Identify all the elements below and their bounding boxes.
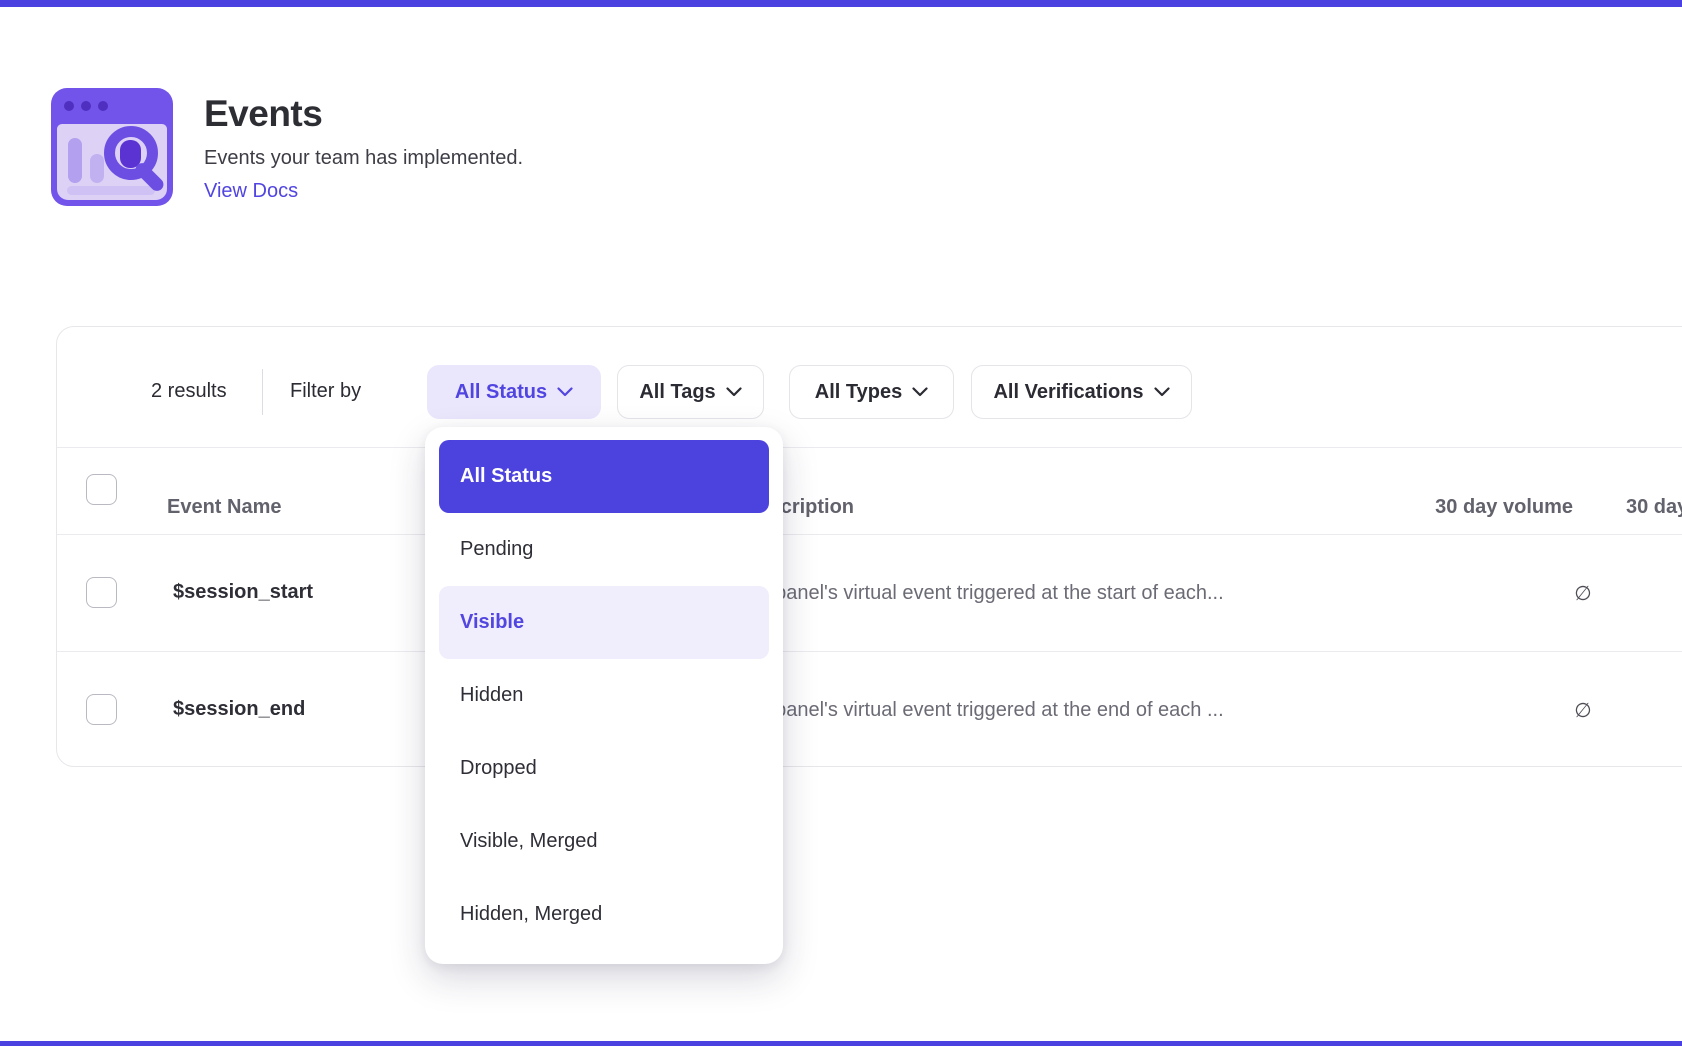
chevron-down-icon (557, 387, 573, 397)
chevron-down-icon (1154, 387, 1170, 397)
tags-filter-label: All Tags (639, 381, 715, 404)
table-row[interactable]: $session_end Mixpanel's virtual event tr… (57, 651, 1682, 768)
results-count: 2 results (151, 380, 227, 403)
window-body (57, 124, 167, 200)
bottom-accent-bar (0, 1041, 1682, 1046)
column-header-30-day-volume[interactable]: 30 day volume (1373, 496, 1573, 519)
events-lexicon-page: Events Events your team has implemented.… (0, 0, 1682, 1046)
window-dot-icon (98, 101, 108, 111)
tags-filter-button[interactable]: All Tags (617, 365, 764, 419)
status-option-visible-merged[interactable]: Visible, Merged (439, 805, 769, 878)
status-option-dropped[interactable]: Dropped (439, 732, 769, 805)
filter-by-label: Filter by (290, 380, 361, 403)
status-dropdown-menu: All Status Pending Visible Hidden Droppe… (425, 427, 783, 964)
window-dot-icon (64, 101, 74, 111)
events-table-card: 2 results Filter by All Status All Tags … (56, 326, 1682, 767)
status-option-pending[interactable]: Pending (439, 513, 769, 586)
volume-cell: ∅ (1567, 581, 1599, 606)
row-checkbox[interactable] (86, 577, 117, 608)
volume-cell: ∅ (1567, 698, 1599, 723)
top-accent-bar (0, 0, 1682, 7)
event-name-cell: $session_start (173, 581, 313, 604)
status-filter-label: All Status (455, 381, 547, 404)
view-docs-link[interactable]: View Docs (204, 180, 298, 203)
page-subtitle: Events your team has implemented. (204, 147, 523, 170)
event-description-cell: Mixpanel's virtual event triggered at th… (744, 582, 1224, 605)
table-row[interactable]: $session_start Mixpanel's virtual event … (57, 534, 1682, 651)
events-page-icon (51, 88, 173, 206)
column-header-event-name[interactable]: Event Name (167, 496, 282, 519)
status-option-all-status[interactable]: All Status (439, 440, 769, 513)
event-description-cell: Mixpanel's virtual event triggered at th… (744, 699, 1224, 722)
column-header-clipped: 30 day (1626, 496, 1682, 519)
bar-chart-bar (67, 186, 155, 195)
types-filter-label: All Types (815, 381, 902, 404)
bar-chart-bar (90, 154, 104, 183)
event-name-cell: $session_end (173, 698, 305, 721)
select-all-checkbox[interactable] (86, 474, 117, 505)
status-option-hidden[interactable]: Hidden (439, 659, 769, 732)
verifications-filter-button[interactable]: All Verifications (971, 365, 1192, 419)
verifications-filter-label: All Verifications (993, 381, 1143, 404)
page-title: Events (204, 93, 322, 135)
chevron-down-icon (912, 387, 928, 397)
types-filter-button[interactable]: All Types (789, 365, 954, 419)
toolbar-divider (262, 369, 263, 415)
window-dot-icon (81, 101, 91, 111)
bar-chart-bar (68, 138, 82, 183)
status-filter-button[interactable]: All Status (427, 365, 601, 419)
status-option-hidden-merged[interactable]: Hidden, Merged (439, 878, 769, 951)
table-top-border (57, 447, 1682, 448)
row-checkbox[interactable] (86, 694, 117, 725)
status-option-visible[interactable]: Visible (439, 586, 769, 659)
chevron-down-icon (726, 387, 742, 397)
